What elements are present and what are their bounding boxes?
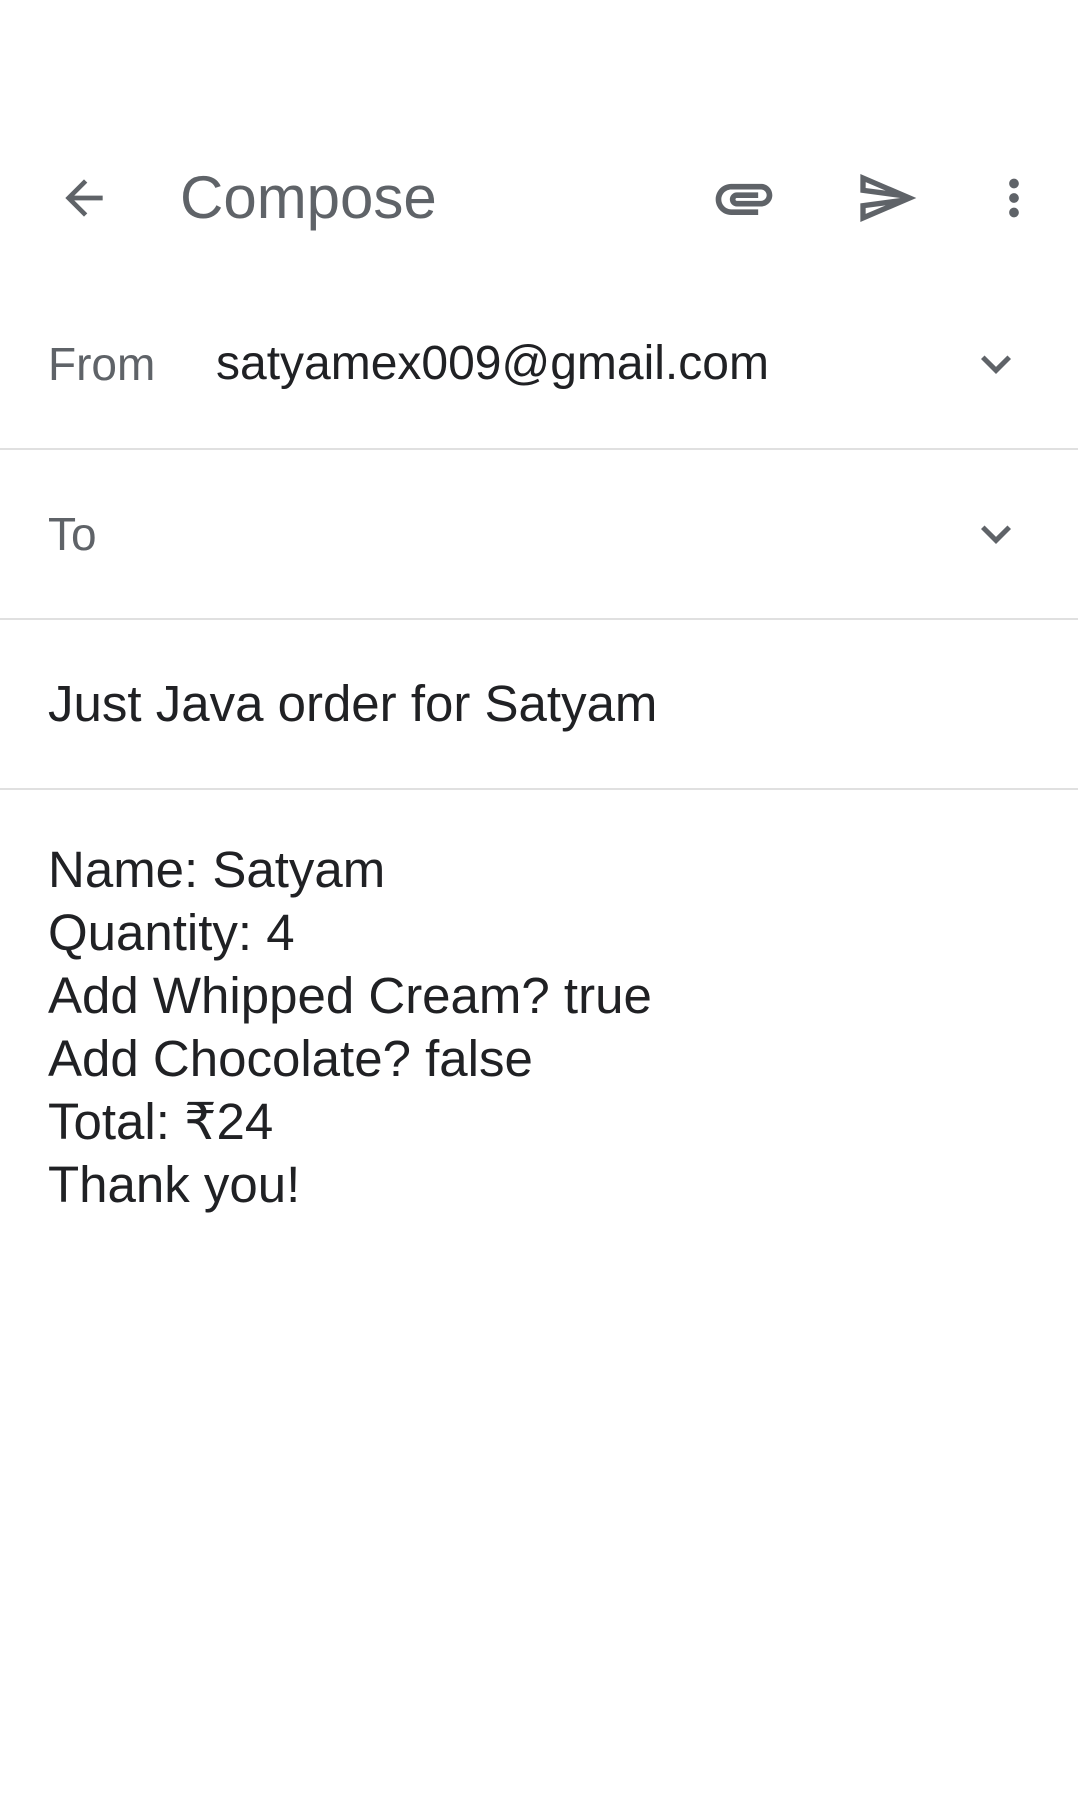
attachment-icon bbox=[715, 183, 773, 215]
to-expand-button[interactable] bbox=[956, 499, 1036, 569]
chevron-down-icon bbox=[981, 525, 1011, 544]
body-line-name: Name: Satyam bbox=[48, 841, 386, 898]
to-row: To bbox=[0, 450, 1078, 620]
from-dropdown-button[interactable] bbox=[956, 329, 1036, 399]
subject-field[interactable]: Just Java order for Satyam bbox=[48, 620, 657, 788]
back-arrow-icon bbox=[65, 179, 103, 217]
page-title: Compose bbox=[180, 164, 437, 231]
body-line-chocolate: Add Chocolate? false bbox=[48, 1030, 533, 1087]
more-options-button[interactable] bbox=[958, 130, 1070, 266]
more-vert-icon bbox=[1009, 178, 1019, 218]
body-line-thanks: Thank you! bbox=[48, 1156, 301, 1213]
back-button[interactable] bbox=[28, 130, 140, 266]
message-body-field[interactable]: Name: Satyam Quantity: 4 Add Whipped Cre… bbox=[48, 838, 1028, 1216]
attach-button[interactable] bbox=[688, 130, 800, 266]
from-label: From bbox=[48, 338, 156, 390]
body-line-quantity: Quantity: 4 bbox=[48, 904, 295, 961]
subject-row: Just Java order for Satyam bbox=[0, 620, 1078, 790]
send-button[interactable] bbox=[831, 130, 943, 266]
body-line-whipped-cream: Add Whipped Cream? true bbox=[48, 967, 652, 1024]
to-recipient-input[interactable] bbox=[140, 490, 940, 578]
from-account-value[interactable]: satyamex009@gmail.com bbox=[216, 280, 769, 448]
send-icon bbox=[860, 174, 917, 222]
from-row: From satyamex009@gmail.com bbox=[0, 280, 1078, 450]
compose-toolbar: Compose bbox=[0, 130, 1078, 266]
chevron-down-icon bbox=[981, 355, 1011, 374]
body-line-total: Total: ₹24 bbox=[48, 1093, 274, 1150]
to-label: To bbox=[48, 508, 97, 560]
